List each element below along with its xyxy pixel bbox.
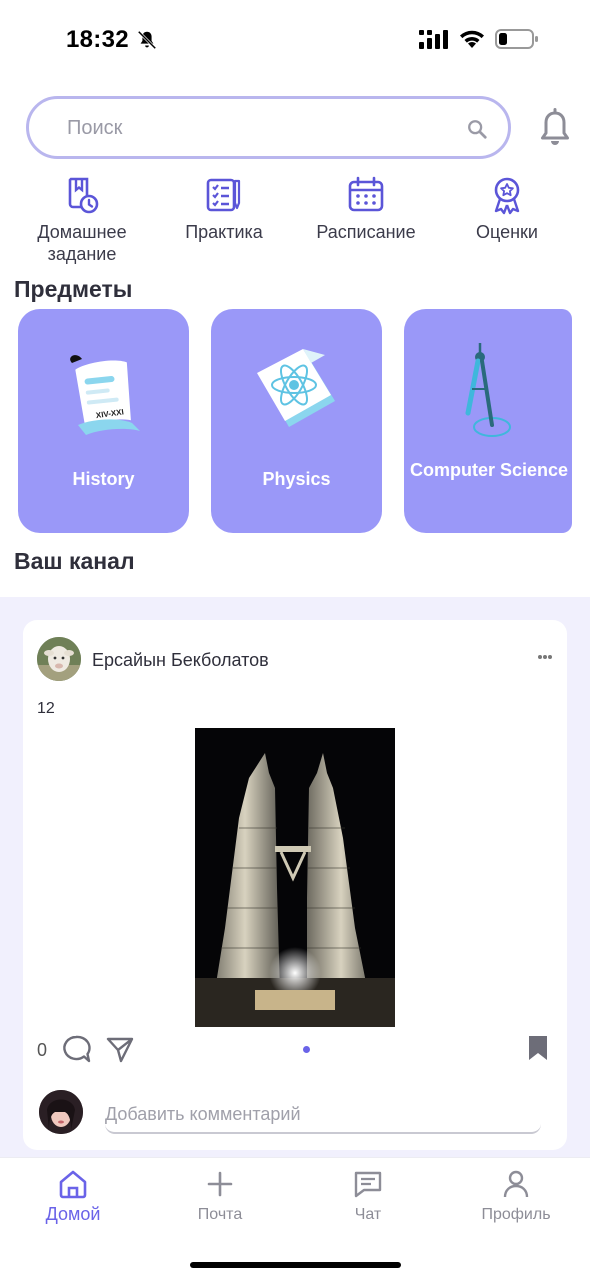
carousel-indicator (303, 1046, 310, 1053)
post-image[interactable] (195, 728, 395, 1027)
nav-label: Профиль (481, 1206, 551, 1223)
nav-item-home[interactable]: Домой (13, 1168, 133, 1225)
subject-card-physics[interactable]: Physics (211, 309, 382, 533)
more-options-icon[interactable] (537, 654, 553, 660)
quick-action-label: Практика (185, 222, 263, 242)
search-input[interactable]: Поиск (26, 96, 511, 159)
comment-icon[interactable] (61, 1034, 91, 1064)
post-text: 12 (37, 700, 55, 717)
section-title-feed: Ваш канал (14, 548, 135, 574)
quick-action-schedule[interactable]: Расписание (296, 175, 436, 243)
quick-action-label: Домашнее задание (37, 222, 127, 264)
compass-icon (465, 343, 511, 437)
comment-input[interactable]: Добавить комментарий (105, 1100, 541, 1134)
nav-item-mail[interactable]: Почта (160, 1168, 280, 1224)
quick-action-label: Оценки (476, 222, 538, 242)
quick-action-homework[interactable]: Домашнее задание (12, 175, 152, 265)
subject-label: Computer Science (410, 460, 569, 480)
scroll-icon: XIV-XXI (70, 355, 140, 435)
search-icon[interactable] (466, 118, 488, 140)
nav-label: Чат (354, 1206, 382, 1223)
quick-action-grades[interactable]: Оценки (437, 175, 577, 243)
author-avatar[interactable] (37, 637, 81, 681)
author-name[interactable]: Ерсайын Бекболатов (92, 650, 269, 671)
subject-card-computer-science[interactable]: Computer Science (404, 309, 572, 533)
home-icon (59, 1170, 87, 1199)
quick-action-label: Расписание (316, 222, 416, 242)
practice-icon (206, 178, 241, 212)
cellular-signal-icon (419, 30, 448, 49)
profile-icon (503, 1170, 529, 1198)
homework-icon (68, 177, 99, 214)
nav-label: Почта (197, 1206, 243, 1223)
chat-icon (354, 1171, 382, 1198)
comment-count: 0 (37, 1040, 48, 1060)
subject-label: History (72, 469, 135, 489)
battery-icon (495, 29, 538, 49)
bell-muted-icon (137, 30, 157, 50)
wifi-icon (460, 30, 484, 48)
subject-card-history[interactable]: XIV-XXI History (18, 309, 189, 533)
plus-icon (207, 1171, 233, 1197)
status-bar: 18:32 (0, 0, 590, 80)
subject-label: Physics (262, 469, 331, 489)
nav-item-profile[interactable]: Профиль (456, 1168, 576, 1224)
nav-item-chat[interactable]: Чат (308, 1168, 428, 1224)
current-user-avatar (39, 1090, 83, 1134)
calendar-icon (348, 176, 384, 212)
comment-placeholder: Добавить комментарий (105, 1104, 301, 1124)
section-title-subjects: Предметы (14, 276, 133, 302)
bell-icon[interactable] (538, 108, 572, 148)
quick-action-practice[interactable]: Практика (154, 175, 294, 243)
bookmark-icon[interactable] (527, 1034, 549, 1062)
award-icon (494, 177, 520, 215)
post-card: Ерсайын Бекболатов 12 0 Добавить коммент… (23, 620, 567, 1150)
share-icon[interactable] (105, 1034, 135, 1064)
search-placeholder: Поиск (67, 117, 123, 139)
home-indicator[interactable] (190, 1262, 401, 1268)
atom-icon (257, 349, 335, 427)
status-time: 18:32 (66, 26, 129, 53)
nav-label: Домой (45, 1204, 101, 1224)
